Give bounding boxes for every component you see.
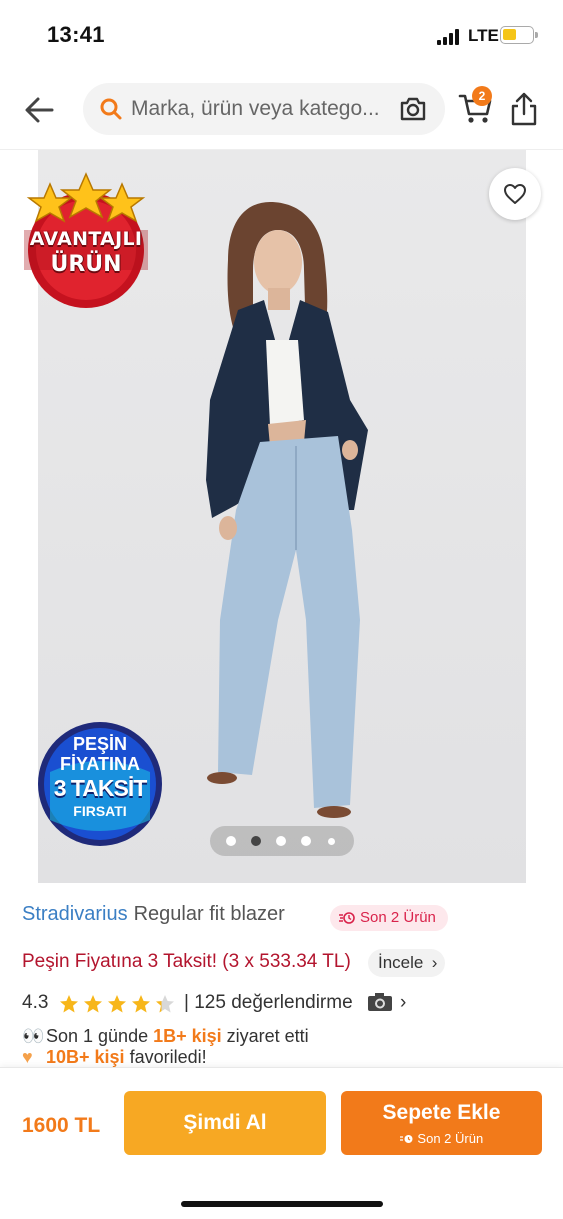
signal-icon	[437, 29, 463, 45]
heart-emoji-icon: ♥	[22, 1047, 33, 1067]
clock-icon	[339, 912, 355, 924]
carousel-indicator[interactable]	[210, 826, 354, 856]
favorites-suffix: favoriledi!	[124, 1047, 207, 1067]
search-input[interactable]: Marka, ürün veya katego...	[131, 83, 401, 135]
badge-installment-line2: FİYATINA	[59, 754, 140, 774]
badge-installment-line3: 3 TAKSİT	[53, 775, 148, 801]
eyes-icon: 👀	[22, 1026, 45, 1046]
top-nav: Marka, ürün veya katego... 2	[0, 72, 563, 150]
badge-installment-line1: PEŞİN	[72, 734, 128, 754]
carousel-dot[interactable]	[301, 836, 311, 846]
share-button[interactable]	[508, 90, 540, 128]
badge-advantage-line2: ÜRÜN	[50, 252, 122, 277]
stock-badge: Son 2 Ürün	[330, 905, 448, 931]
installment-link-label: İncele	[378, 953, 424, 972]
bottom-action-bar: 1600 TL Şimdi Al Sepete Ekle Son 2 Ürün	[0, 1067, 563, 1219]
heart-icon	[504, 184, 526, 204]
battery-icon	[500, 26, 538, 44]
price: 1600 TL	[22, 1114, 101, 1137]
product-title: Stradivarius Regular fit blazer	[22, 903, 542, 933]
rating-value: 4.3	[22, 992, 49, 1013]
cart-count-badge: 2	[472, 86, 492, 106]
share-icon	[511, 92, 537, 126]
favorites-highlight: 10B+ kişi	[46, 1047, 125, 1067]
rating-stars	[60, 995, 174, 1013]
clock-icon	[399, 1135, 413, 1143]
carousel-dot[interactable]	[276, 836, 286, 846]
installment-text: Peşin Fiyatına 3 Taksit! (3 x 533.34 TL)	[22, 951, 351, 972]
home-indicator[interactable]	[181, 1201, 383, 1207]
stock-label: Son 2 Ürün	[360, 909, 436, 926]
carousel-dot[interactable]	[328, 838, 335, 845]
carousel-dot[interactable]	[226, 836, 236, 846]
carousel-dot-active[interactable]	[251, 836, 261, 846]
visits-highlight: 1B+ kişi	[153, 1026, 222, 1046]
visits-suffix: ziyaret etti	[221, 1026, 309, 1046]
visits-info: 👀Son 1 günde 1B+ kişi ziyaret etti	[22, 1026, 309, 1046]
favorites-info: ♥ 10B+ kişi favoriledi!	[22, 1047, 207, 1067]
buy-now-button[interactable]: Şimdi Al	[124, 1091, 326, 1155]
visits-prefix: Son 1 günde	[46, 1026, 154, 1046]
badge-installment-line4: FIRSATI	[73, 803, 127, 819]
favorite-button[interactable]	[489, 168, 541, 220]
back-button[interactable]	[20, 90, 60, 130]
search-bar[interactable]: Marka, ürün veya katego...	[83, 83, 445, 135]
advantage-badge: AVANTAJLI ÜRÜN	[14, 170, 158, 314]
chevron-right-icon: ›	[431, 953, 438, 972]
camera-search-icon[interactable]	[399, 96, 427, 122]
search-icon	[100, 98, 122, 120]
chevron-right-icon: ›	[400, 992, 407, 1013]
rating-row[interactable]: 4.3 | 125 değerlendirme ›	[22, 990, 542, 1018]
installment-details-button[interactable]: İncele ›	[368, 949, 446, 977]
network-label: LTE	[468, 26, 499, 45]
arrow-left-icon	[25, 97, 54, 123]
badge-advantage-line1: AVANTAJLI	[29, 228, 143, 250]
add-to-cart-sub-label: Son 2 Ürün	[417, 1131, 484, 1146]
add-to-cart-button[interactable]: Sepete Ekle Son 2 Ürün	[341, 1091, 542, 1155]
add-to-cart-label: Sepete Ekle	[382, 1101, 501, 1124]
status-bar: 13:41 LTE	[0, 0, 563, 72]
status-time: 13:41	[47, 22, 105, 47]
add-to-cart-sub: Son 2 Ürün	[341, 1131, 542, 1146]
brand-link[interactable]: Stradivarius	[22, 903, 128, 925]
review-count: | 125 değerlendirme	[184, 992, 353, 1013]
photo-reviews-icon	[368, 993, 392, 1011]
product-name: Regular fit blazer	[133, 903, 285, 925]
installment-badge: PEŞİN FİYATINA 3 TAKSİT FIRSATI	[36, 720, 164, 848]
